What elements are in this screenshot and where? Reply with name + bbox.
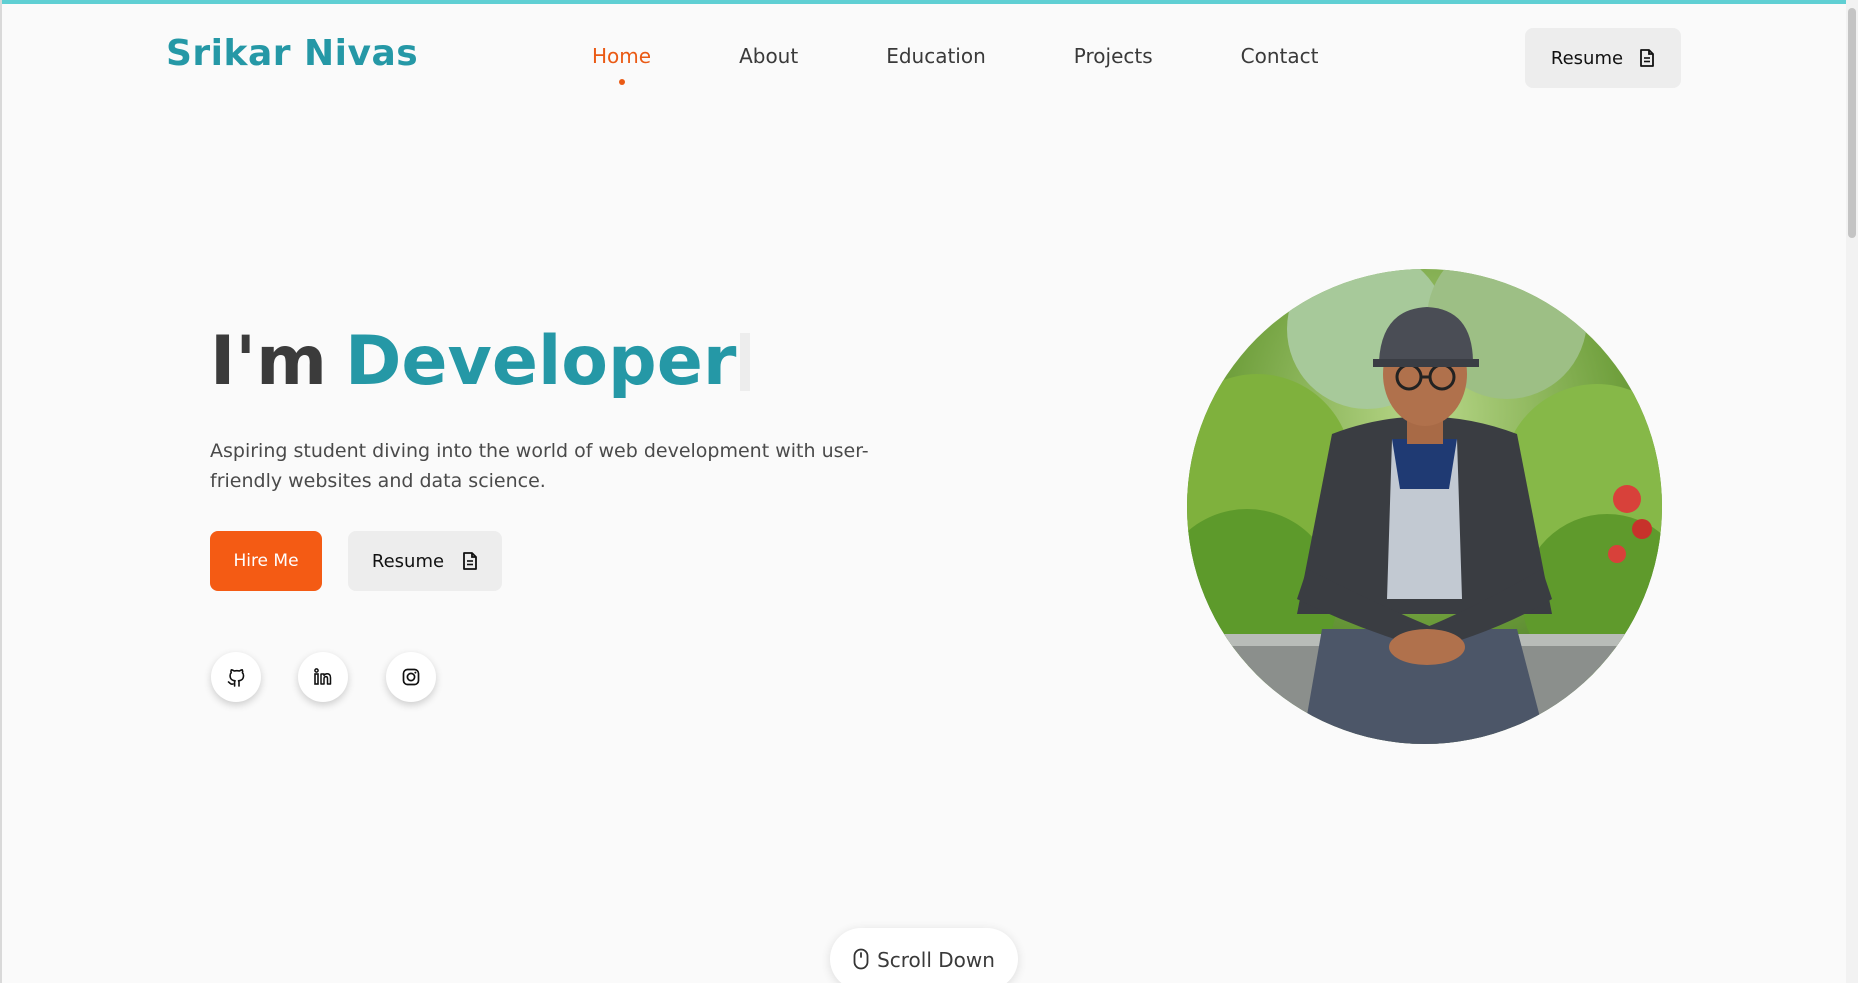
nav-projects[interactable]: Projects [1074,44,1153,68]
page-scrollbar[interactable] [1846,0,1858,983]
hero-description: Aspiring student diving into the world o… [210,440,869,492]
scroll-down-button[interactable]: Scroll Down [830,928,1018,983]
nav-contact-label: Contact [1240,44,1319,68]
profile-photo [1187,269,1662,744]
header-resume-button[interactable]: Resume [1525,28,1681,88]
mouse-icon [853,948,869,970]
github-icon [226,667,246,687]
hire-me-button[interactable]: Hire Me [210,531,322,591]
nav-about[interactable]: About [739,44,798,68]
document-icon [1639,49,1655,67]
nav-about-label: About [739,44,799,68]
hero-resume-label: Resume [371,550,445,572]
linkedin-link[interactable] [298,652,348,702]
left-window-border [0,0,2,983]
nav-projects-label: Projects [1073,44,1153,68]
header-resume-label: Resume [1550,47,1624,69]
site-logo[interactable]: Srikar Nivas [166,33,418,74]
instagram-icon [401,667,421,687]
nav-education-label: Education [886,44,986,68]
main-nav: Home About Education Projects Contact [592,44,1319,85]
nav-contact[interactable]: Contact [1241,44,1319,68]
nav-home-label: Home [592,44,652,68]
linkedin-icon [313,667,333,687]
instagram-link[interactable] [386,652,436,702]
document-icon [462,552,478,570]
hero-title: I'm Developer [210,322,751,401]
hero-resume-button[interactable]: Resume [348,531,502,591]
scrollbar-thumb[interactable] [1848,8,1856,238]
active-indicator-dot [618,79,625,85]
site-header: Srikar Nivas Home About Education Projec… [0,0,1846,120]
hero-title-accent: Developer [344,322,737,401]
typing-cursor [740,332,751,391]
hero-title-prefix: I'm [210,322,327,401]
github-link[interactable] [211,652,261,702]
scroll-down-label: Scroll Down [877,948,995,972]
nav-home[interactable]: Home [592,44,652,85]
nav-education[interactable]: Education [886,44,986,68]
